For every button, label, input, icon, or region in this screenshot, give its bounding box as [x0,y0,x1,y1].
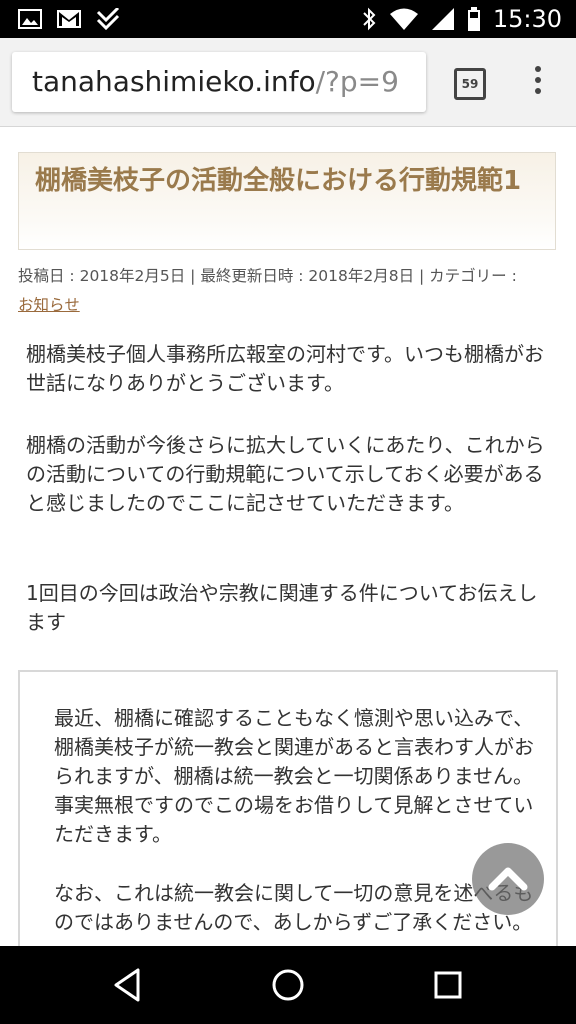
recents-button[interactable] [423,960,473,1010]
article-title-box: 棚橋美枝子の活動全般における行動規範1 [18,152,556,250]
paragraph-intro: 棚橋美枝子個人事務所広報室の河村です。いつも棚橋がお世話になりありがとうございま… [26,342,544,395]
overflow-menu-icon[interactable] [530,66,546,100]
url-bar[interactable]: tanahashimieko.info/?p=9 [12,52,426,112]
statement-paragraph-note: なお、これは統一教会に関して一切の意見を述べるものではありませんので、あしからず… [54,881,534,934]
article-meta: 投稿日 : 2018年2月5日 | 最終更新日時 : 2018年2月8日 | カ… [18,262,563,320]
url-domain: tanahashimieko.info [32,65,316,98]
checkbox-icon [96,8,120,30]
scroll-to-top-button[interactable] [472,843,544,915]
image-icon [18,9,42,29]
statement-box: 最近、棚橋に確認することもなく憶測や思い込みで、棚橋美枝子が統一教会と関連がある… [18,670,558,970]
home-icon [272,969,304,1001]
gmail-icon [57,10,81,28]
bluetooth-icon [363,7,376,31]
recents-icon [434,971,462,999]
tab-switcher-button[interactable]: 59 [454,68,486,100]
home-button[interactable] [263,960,313,1010]
chevron-up-icon [488,867,528,891]
clock: 15:30 [492,5,562,33]
signal-icon [431,8,454,30]
article-title: 棚橋美枝子の活動全般における行動規範1 [35,166,522,196]
url-path: /?p=9 [315,65,399,98]
statement-paragraph: 最近、棚橋に確認することもなく憶測や思い込みで、棚橋美枝子が統一教会と関連がある… [54,706,534,846]
navigation-bar [0,946,576,1024]
category-link[interactable]: お知らせ [18,296,80,314]
paragraph-purpose: 棚橋の活動が今後さらに拡大していくにあたり、これからの活動についての行動規範につ… [26,433,545,515]
post-dates: 投稿日 : 2018年2月5日 | 最終更新日時 : 2018年2月8日 | カ… [18,267,517,285]
browser-toolbar: tanahashimieko.info/?p=9 59 [0,38,576,127]
back-icon [114,968,140,1002]
back-button[interactable] [103,960,153,1010]
wifi-icon [389,8,418,30]
status-bar: 15:30 [0,0,576,38]
paragraph-topic: 1回目の今回は政治や宗教に関連する件についてお伝えします [26,581,538,634]
battery-icon [467,7,480,31]
